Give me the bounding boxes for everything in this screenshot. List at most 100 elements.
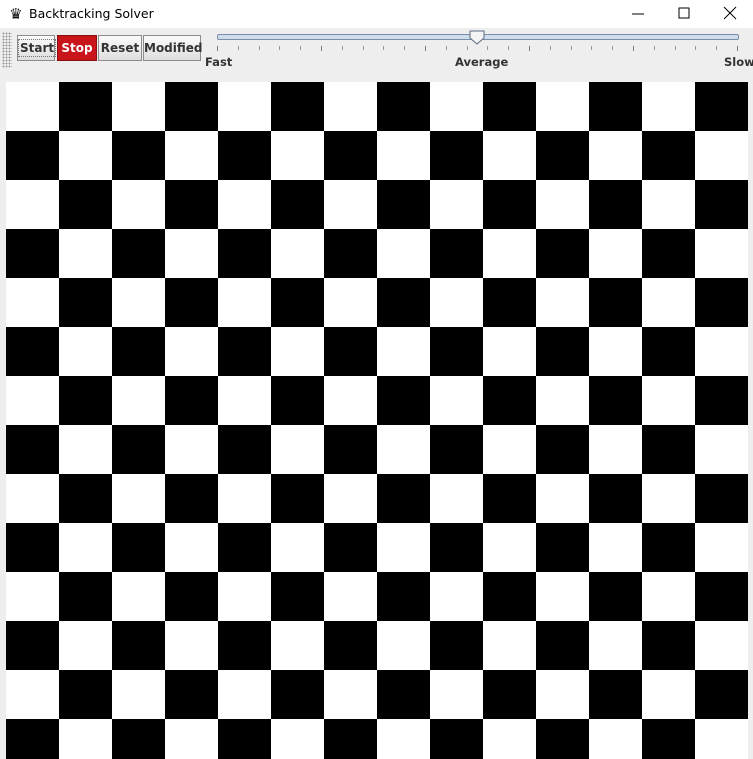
board-square[interactable] bbox=[377, 670, 430, 719]
start-button[interactable]: Start bbox=[17, 35, 57, 61]
board-square[interactable] bbox=[377, 474, 430, 523]
board-square[interactable] bbox=[112, 670, 165, 719]
board-square[interactable] bbox=[165, 719, 218, 759]
board-square[interactable] bbox=[165, 572, 218, 621]
board-square[interactable] bbox=[589, 572, 642, 621]
board-square[interactable] bbox=[324, 180, 377, 229]
board-square[interactable] bbox=[6, 425, 59, 474]
board-square[interactable] bbox=[695, 474, 748, 523]
board-square[interactable] bbox=[589, 670, 642, 719]
board-square[interactable] bbox=[59, 278, 112, 327]
board-square[interactable] bbox=[642, 376, 695, 425]
board-square[interactable] bbox=[642, 180, 695, 229]
board-square[interactable] bbox=[218, 621, 271, 670]
board-square[interactable] bbox=[165, 376, 218, 425]
board-square[interactable] bbox=[218, 82, 271, 131]
board-square[interactable] bbox=[642, 474, 695, 523]
board-square[interactable] bbox=[218, 474, 271, 523]
board-square[interactable] bbox=[59, 327, 112, 376]
board-square[interactable] bbox=[695, 229, 748, 278]
board-square[interactable] bbox=[536, 719, 589, 759]
board-square[interactable] bbox=[271, 131, 324, 180]
board-square[interactable] bbox=[430, 523, 483, 572]
board-square[interactable] bbox=[430, 719, 483, 759]
board-square[interactable] bbox=[642, 278, 695, 327]
board-square[interactable] bbox=[165, 621, 218, 670]
board-square[interactable] bbox=[377, 523, 430, 572]
board-square[interactable] bbox=[377, 278, 430, 327]
board-square[interactable] bbox=[271, 376, 324, 425]
board-square[interactable] bbox=[589, 474, 642, 523]
board-square[interactable] bbox=[6, 621, 59, 670]
board-square[interactable] bbox=[324, 229, 377, 278]
board-square[interactable] bbox=[59, 719, 112, 759]
board-square[interactable] bbox=[589, 621, 642, 670]
board-square[interactable] bbox=[6, 278, 59, 327]
board-square[interactable] bbox=[589, 425, 642, 474]
board-square[interactable] bbox=[59, 572, 112, 621]
board-square[interactable] bbox=[430, 82, 483, 131]
board-square[interactable] bbox=[59, 670, 112, 719]
board-square[interactable] bbox=[695, 327, 748, 376]
board-square[interactable] bbox=[483, 376, 536, 425]
board-square[interactable] bbox=[695, 572, 748, 621]
board-square[interactable] bbox=[324, 376, 377, 425]
board-square[interactable] bbox=[377, 719, 430, 759]
board-square[interactable] bbox=[324, 523, 377, 572]
board-square[interactable] bbox=[112, 131, 165, 180]
board-square[interactable] bbox=[430, 180, 483, 229]
board-square[interactable] bbox=[483, 82, 536, 131]
board-square[interactable] bbox=[589, 131, 642, 180]
board-square[interactable] bbox=[218, 719, 271, 759]
board-square[interactable] bbox=[377, 327, 430, 376]
board-square[interactable] bbox=[589, 523, 642, 572]
board-square[interactable] bbox=[377, 82, 430, 131]
board-square[interactable] bbox=[377, 131, 430, 180]
board-square[interactable] bbox=[642, 425, 695, 474]
board-square[interactable] bbox=[112, 425, 165, 474]
board-square[interactable] bbox=[324, 572, 377, 621]
board-square[interactable] bbox=[6, 180, 59, 229]
slider-thumb[interactable] bbox=[469, 30, 485, 45]
board-square[interactable] bbox=[536, 82, 589, 131]
board-square[interactable] bbox=[695, 670, 748, 719]
board-square[interactable] bbox=[536, 474, 589, 523]
board-square[interactable] bbox=[324, 425, 377, 474]
board-square[interactable] bbox=[271, 572, 324, 621]
board-square[interactable] bbox=[430, 425, 483, 474]
board-square[interactable] bbox=[324, 474, 377, 523]
board-square[interactable] bbox=[112, 474, 165, 523]
board-square[interactable] bbox=[642, 229, 695, 278]
board-square[interactable] bbox=[589, 82, 642, 131]
board-square[interactable] bbox=[324, 327, 377, 376]
board-square[interactable] bbox=[642, 621, 695, 670]
board-square[interactable] bbox=[59, 376, 112, 425]
board-square[interactable] bbox=[536, 229, 589, 278]
board-square[interactable] bbox=[536, 131, 589, 180]
board-square[interactable] bbox=[165, 327, 218, 376]
board-square[interactable] bbox=[165, 670, 218, 719]
board-square[interactable] bbox=[483, 229, 536, 278]
board-square[interactable] bbox=[165, 425, 218, 474]
board-square[interactable] bbox=[218, 278, 271, 327]
board-square[interactable] bbox=[271, 82, 324, 131]
board-square[interactable] bbox=[695, 82, 748, 131]
board-square[interactable] bbox=[589, 180, 642, 229]
board-square[interactable] bbox=[695, 523, 748, 572]
board-square[interactable] bbox=[271, 327, 324, 376]
reset-button[interactable]: Reset bbox=[98, 35, 142, 61]
board-square[interactable] bbox=[536, 621, 589, 670]
board-square[interactable] bbox=[271, 719, 324, 759]
board-square[interactable] bbox=[589, 376, 642, 425]
board-square[interactable] bbox=[59, 425, 112, 474]
board-square[interactable] bbox=[6, 523, 59, 572]
board-square[interactable] bbox=[695, 719, 748, 759]
board-square[interactable] bbox=[218, 572, 271, 621]
board-square[interactable] bbox=[6, 670, 59, 719]
board-square[interactable] bbox=[430, 376, 483, 425]
board-square[interactable] bbox=[589, 278, 642, 327]
board-square[interactable] bbox=[165, 474, 218, 523]
board-square[interactable] bbox=[112, 572, 165, 621]
board-square[interactable] bbox=[377, 229, 430, 278]
board-square[interactable] bbox=[536, 180, 589, 229]
